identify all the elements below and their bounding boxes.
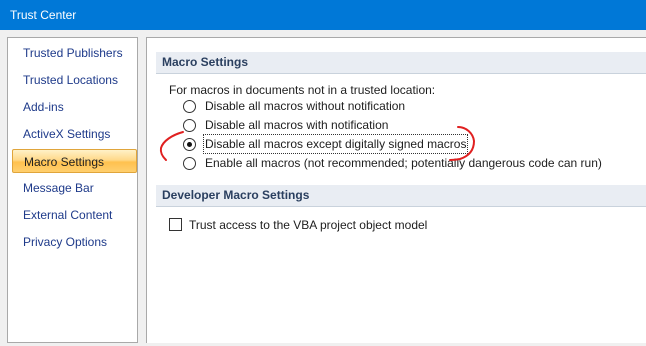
radio-button[interactable]	[183, 119, 196, 132]
radio-dot-icon	[187, 142, 192, 147]
macro-settings-header: Macro Settings	[156, 52, 646, 74]
sidebar-item-add-ins[interactable]: Add-ins	[10, 95, 136, 119]
title-bar: Trust Center	[0, 0, 646, 30]
radio-label: Enable all macros (not recommended; pote…	[205, 156, 602, 170]
radio-label: Disable all macros with notification	[205, 118, 389, 132]
sidebar-item-activex-settings[interactable]: ActiveX Settings	[10, 122, 136, 146]
sidebar-item-privacy-options[interactable]: Privacy Options	[10, 230, 136, 254]
sidebar-item-message-bar[interactable]: Message Bar	[10, 176, 136, 200]
sidebar-item-macro-settings[interactable]: Macro Settings	[12, 149, 137, 173]
radio-label: Disable all macros without notification	[205, 99, 406, 113]
trust-vba-label: Trust access to the VBA project object m…	[189, 218, 428, 232]
window-title: Trust Center	[10, 8, 77, 22]
settings-panel: Macro Settings For macros in documents n…	[146, 37, 646, 343]
macro-settings-intro: For macros in documents not in a trusted…	[169, 83, 436, 97]
sidebar-item-trusted-publishers[interactable]: Trusted Publishers	[10, 41, 136, 65]
sidebar: Trusted Publishers Trusted Locations Add…	[7, 37, 138, 343]
sidebar-item-trusted-locations[interactable]: Trusted Locations	[10, 68, 136, 92]
radio-button-selected[interactable]	[183, 138, 196, 151]
radio-button[interactable]	[183, 157, 196, 170]
radio-label: Disable all macros except digitally sign…	[202, 134, 469, 154]
developer-macro-settings-header: Developer Macro Settings	[156, 185, 646, 207]
radio-button[interactable]	[183, 100, 196, 113]
sidebar-item-external-content[interactable]: External Content	[10, 203, 136, 227]
trust-vba-checkbox[interactable]	[169, 218, 182, 231]
